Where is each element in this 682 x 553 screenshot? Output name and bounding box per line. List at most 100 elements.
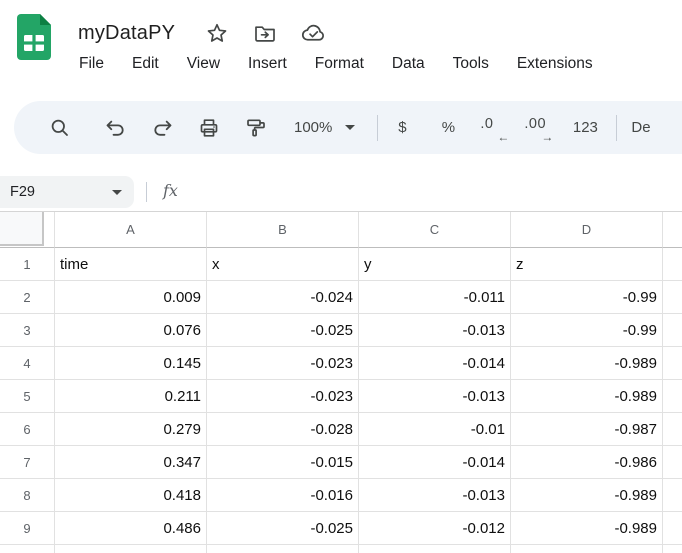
row-header-10[interactable]: 10 (0, 545, 55, 553)
name-box-value: F29 (10, 184, 112, 200)
cell-partial-9[interactable] (663, 512, 682, 545)
cell-A5[interactable]: 0.211 (55, 380, 207, 413)
row-header-8[interactable]: 8 (0, 479, 55, 512)
more-formats-button[interactable]: 123 (570, 116, 600, 140)
cell-C5[interactable]: -0.013 (359, 380, 511, 413)
search-icon[interactable] (48, 116, 72, 140)
cell-A8[interactable]: 0.418 (55, 479, 207, 512)
cell-B1[interactable]: x (207, 248, 359, 281)
cell-C3[interactable]: -0.013 (359, 314, 511, 347)
cell-C6[interactable]: -0.01 (359, 413, 511, 446)
menu-edit[interactable]: Edit (132, 55, 159, 73)
cell-A2[interactable]: 0.009 (55, 281, 207, 314)
cell-A10[interactable]: 0.552 (55, 545, 207, 553)
format-percent-button[interactable]: % (436, 116, 460, 140)
column-header-D[interactable]: D (511, 212, 663, 248)
cell-D6[interactable]: -0.987 (511, 413, 663, 446)
cell-B5[interactable]: -0.023 (207, 380, 359, 413)
cell-C7[interactable]: -0.014 (359, 446, 511, 479)
font-selector[interactable]: De (631, 116, 650, 140)
cell-B4[interactable]: -0.023 (207, 347, 359, 380)
sheets-logo-icon[interactable] (17, 14, 51, 60)
format-currency-button[interactable]: $ (390, 116, 414, 140)
menu-data[interactable]: Data (392, 55, 425, 73)
redo-icon[interactable] (150, 116, 174, 140)
print-icon[interactable] (197, 116, 221, 140)
cell-D1[interactable]: z (511, 248, 663, 281)
row-header-9[interactable]: 9 (0, 512, 55, 545)
cell-partial-8[interactable] (663, 479, 682, 512)
formula-bar-divider (146, 182, 147, 202)
document-title[interactable]: myDataPY (78, 22, 175, 45)
cell-D8[interactable]: -0.989 (511, 479, 663, 512)
increase-decimal-button[interactable]: .00 → (524, 115, 550, 141)
cell-B7[interactable]: -0.015 (207, 446, 359, 479)
row-header-5[interactable]: 5 (0, 380, 55, 413)
cell-C1[interactable]: y (359, 248, 511, 281)
menu-format[interactable]: Format (315, 55, 364, 73)
cell-B6[interactable]: -0.028 (207, 413, 359, 446)
zoom-control[interactable]: 100% (294, 119, 355, 136)
name-box[interactable]: F29 (0, 176, 134, 208)
cell-A7[interactable]: 0.347 (55, 446, 207, 479)
column-header-C[interactable]: C (359, 212, 511, 248)
row-header-2[interactable]: 2 (0, 281, 55, 314)
cell-partial-3[interactable] (663, 314, 682, 347)
column-header-B[interactable]: B (207, 212, 359, 248)
menu-insert[interactable]: Insert (248, 55, 287, 73)
cell-D4[interactable]: -0.989 (511, 347, 663, 380)
cell-partial-1[interactable] (663, 248, 682, 281)
cell-B10[interactable]: -0.02 (207, 545, 359, 553)
row-header-1[interactable]: 1 (0, 248, 55, 281)
cell-partial-4[interactable] (663, 347, 682, 380)
cell-D5[interactable]: -0.989 (511, 380, 663, 413)
cell-D10[interactable]: -0.99 (511, 545, 663, 553)
menu-view[interactable]: View (187, 55, 220, 73)
cell-A9[interactable]: 0.486 (55, 512, 207, 545)
row-2: 20.009-0.024-0.011-0.99 (0, 281, 682, 314)
cell-partial-2[interactable] (663, 281, 682, 314)
cell-A6[interactable]: 0.279 (55, 413, 207, 446)
cell-C4[interactable]: -0.014 (359, 347, 511, 380)
menu-tools[interactable]: Tools (453, 55, 489, 73)
zoom-value: 100% (294, 119, 332, 136)
cell-D2[interactable]: -0.99 (511, 281, 663, 314)
select-all-corner[interactable] (0, 212, 55, 248)
cloud-saved-icon[interactable] (300, 20, 326, 46)
cell-C8[interactable]: -0.013 (359, 479, 511, 512)
name-box-caret-icon (112, 190, 122, 195)
cell-B8[interactable]: -0.016 (207, 479, 359, 512)
undo-icon[interactable] (104, 116, 128, 140)
row-header-7[interactable]: 7 (0, 446, 55, 479)
row-header-3[interactable]: 3 (0, 314, 55, 347)
row-header-4[interactable]: 4 (0, 347, 55, 380)
cell-A1[interactable]: time (55, 248, 207, 281)
cell-partial-6[interactable] (663, 413, 682, 446)
column-header-A[interactable]: A (55, 212, 207, 248)
cell-C2[interactable]: -0.011 (359, 281, 511, 314)
menu-file[interactable]: File (79, 55, 104, 73)
cell-D9[interactable]: -0.989 (511, 512, 663, 545)
column-header-partial[interactable] (663, 212, 682, 248)
cell-partial-7[interactable] (663, 446, 682, 479)
cell-D7[interactable]: -0.986 (511, 446, 663, 479)
star-icon[interactable] (204, 20, 230, 46)
cell-B3[interactable]: -0.025 (207, 314, 359, 347)
toolbar: 100% $ % .0 ← .00 → 123 De (14, 101, 682, 154)
row-1: 1timexyz (0, 248, 682, 281)
cell-partial-10[interactable] (663, 545, 682, 553)
menu-extensions[interactable]: Extensions (517, 55, 593, 73)
paint-format-icon[interactable] (244, 116, 268, 140)
cell-D3[interactable]: -0.99 (511, 314, 663, 347)
cell-B9[interactable]: -0.025 (207, 512, 359, 545)
move-to-folder-icon[interactable] (252, 20, 278, 46)
row-header-6[interactable]: 6 (0, 413, 55, 446)
cell-A4[interactable]: 0.145 (55, 347, 207, 380)
decrease-decimal-button[interactable]: .0 ← (480, 115, 506, 141)
cell-A3[interactable]: 0.076 (55, 314, 207, 347)
cell-C10[interactable]: -0.012 (359, 545, 511, 553)
zoom-caret-icon (345, 125, 355, 130)
cell-C9[interactable]: -0.012 (359, 512, 511, 545)
cell-B2[interactable]: -0.024 (207, 281, 359, 314)
cell-partial-5[interactable] (663, 380, 682, 413)
